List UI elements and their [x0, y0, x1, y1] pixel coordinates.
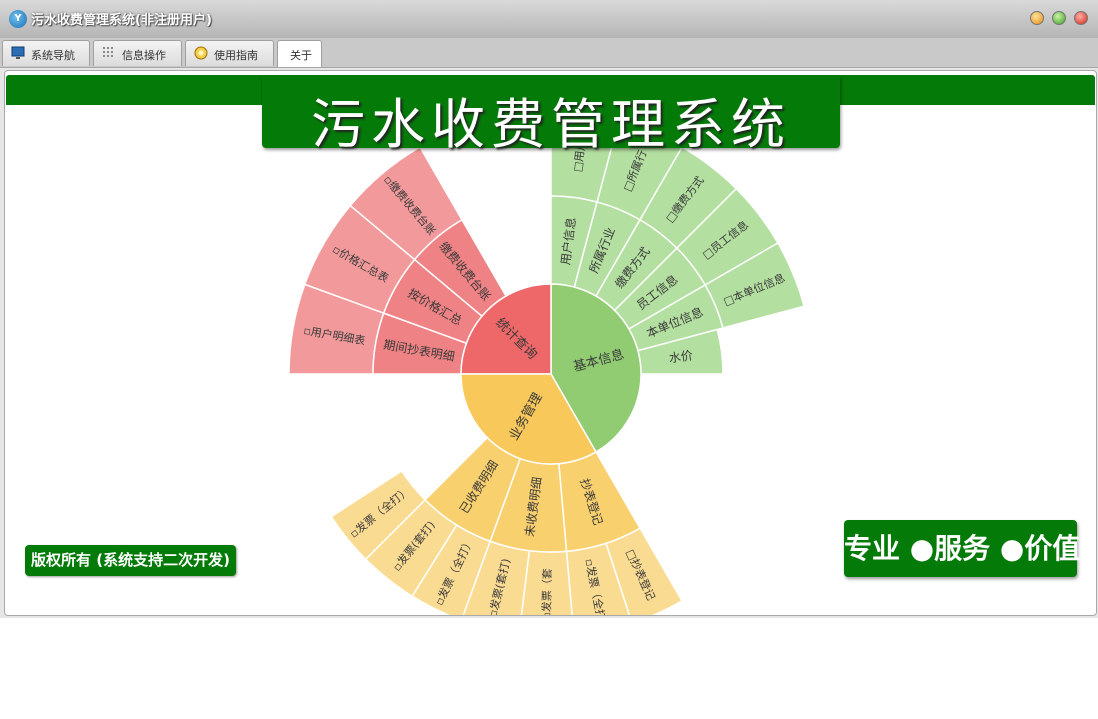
tab-system-nav[interactable]: 系统导航 [2, 40, 90, 66]
grid-icon [103, 47, 113, 57]
about-panel: □用户 □所属行 □缴费方式 □员工信息 □本单位信息 ▫用户明细表 ▫价格汇总表 ▫缴费收费… [4, 70, 1097, 616]
tab-bar: 系统导航 信息操作 使用指南 关于 [0, 38, 1098, 68]
slogan-badge: 专业 ●服务 ●价值 [844, 520, 1080, 577]
maximize-button[interactable] [1052, 11, 1066, 25]
minimize-button[interactable] [1030, 11, 1044, 25]
tab-about[interactable]: 关于 [277, 40, 322, 67]
window-title: 污水收费管理系统(非注册用户) [31, 13, 212, 28]
system-title: 污水收费管理系统 [311, 93, 791, 156]
copyright-badge: 版权所有 (系统支持二次开发) [25, 545, 236, 576]
title-bar[interactable]: Y 污水收费管理系统(非注册用户) [0, 0, 1098, 39]
app-window: Y 污水收费管理系统(非注册用户) 系统导航 信息操作 使用指南 关于 □用户 … [0, 0, 1098, 618]
close-button[interactable] [1074, 11, 1088, 25]
monitor-icon [11, 46, 25, 59]
tab-info-ops[interactable]: 信息操作 [93, 40, 182, 66]
guide-icon [194, 46, 208, 60]
sunburst-ring2-10-label: ▫发票（套 [539, 568, 554, 615]
app-logo-icon: Y [9, 10, 27, 28]
tab-user-guide[interactable]: 使用指南 [185, 40, 274, 66]
banner: 污水收费管理系统 [262, 76, 840, 156]
